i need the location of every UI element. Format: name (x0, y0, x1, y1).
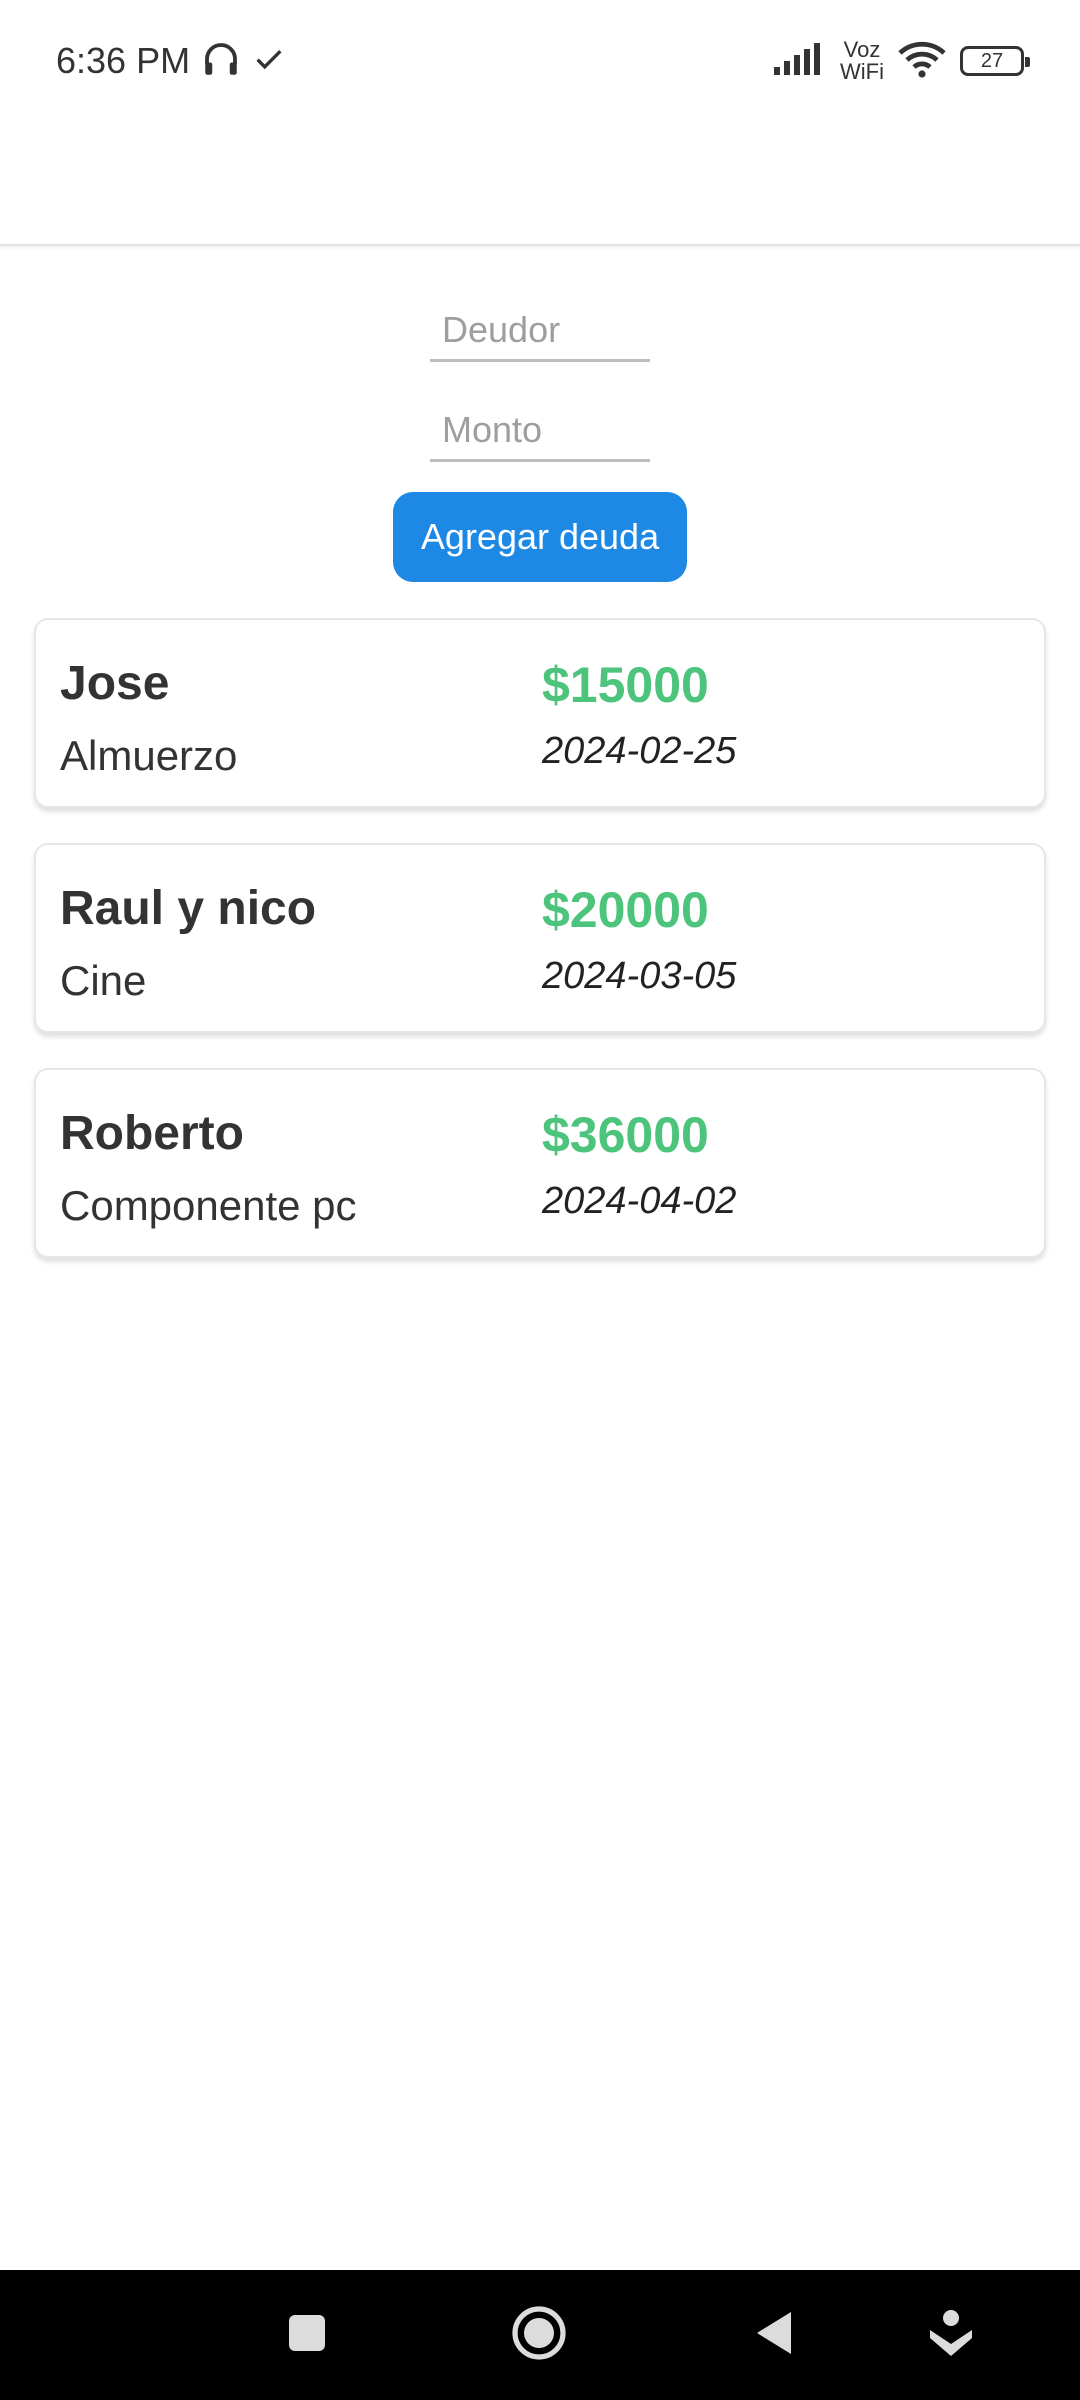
navigation-bar (0, 2270, 1080, 2400)
debt-concept: Componente pc (60, 1182, 357, 1229)
recents-button[interactable] (272, 2270, 342, 2400)
debt-card[interactable]: Roberto Componente pc $36000 2024-04-02 (34, 1068, 1046, 1258)
debtor-field[interactable] (430, 290, 650, 362)
debt-card[interactable]: Jose Almuerzo $15000 2024-02-25 (34, 618, 1046, 808)
battery-icon: 27 (960, 46, 1030, 76)
debt-list: Jose Almuerzo $15000 2024-02-25 Raul y n… (34, 618, 1046, 1293)
battery-level: 27 (980, 49, 1004, 72)
app-header (0, 122, 1080, 246)
assistant-icon (928, 2308, 974, 2363)
app-screen: 6:36 PM Voz WiFi 27 Deudor Monto Agregar… (0, 0, 1080, 2400)
debt-date: 2024-04-02 (542, 1180, 737, 1222)
back-triangle-icon (753, 2310, 793, 2361)
amount-field[interactable] (430, 390, 650, 462)
wifi-icon (898, 40, 946, 83)
debt-date: 2024-02-25 (542, 730, 737, 772)
status-time: 6:36 PM (56, 40, 191, 81)
debt-card[interactable]: Raul y nico Cine $20000 2024-03-05 (34, 843, 1046, 1033)
debtor-name: Raul y nico (60, 882, 317, 935)
wifi-label: WiFi (840, 59, 884, 84)
debt-amount: $36000 (542, 1107, 709, 1163)
recents-square-icon (287, 2313, 327, 2358)
home-button[interactable] (504, 2270, 574, 2400)
status-right: Voz WiFi 27 (774, 39, 1030, 83)
debtor-name: Roberto (60, 1107, 244, 1160)
debt-amount: $20000 (542, 882, 709, 938)
debt-amount: $15000 (542, 657, 709, 713)
debt-concept: Almuerzo (60, 732, 238, 779)
voz-label: Voz (843, 37, 881, 62)
debtor-name: Jose (60, 657, 170, 710)
home-circle-icon (511, 2305, 567, 2366)
check-icon (252, 42, 286, 81)
back-button[interactable] (738, 2270, 808, 2400)
assistant-button[interactable] (916, 2270, 986, 2400)
headset-icon (200, 38, 242, 85)
status-left: 6:36 PM (56, 38, 286, 85)
amount-input[interactable] (430, 390, 650, 459)
debtor-input[interactable] (430, 290, 650, 359)
debt-date: 2024-03-05 (542, 955, 737, 997)
debt-concept: Cine (60, 957, 147, 1004)
status-bar: 6:36 PM Voz WiFi 27 (0, 0, 1080, 122)
add-debt-button[interactable]: Agregar deuda (393, 492, 687, 582)
voz-wifi-indicator: Voz WiFi (840, 39, 884, 83)
signal-icon (774, 42, 826, 80)
